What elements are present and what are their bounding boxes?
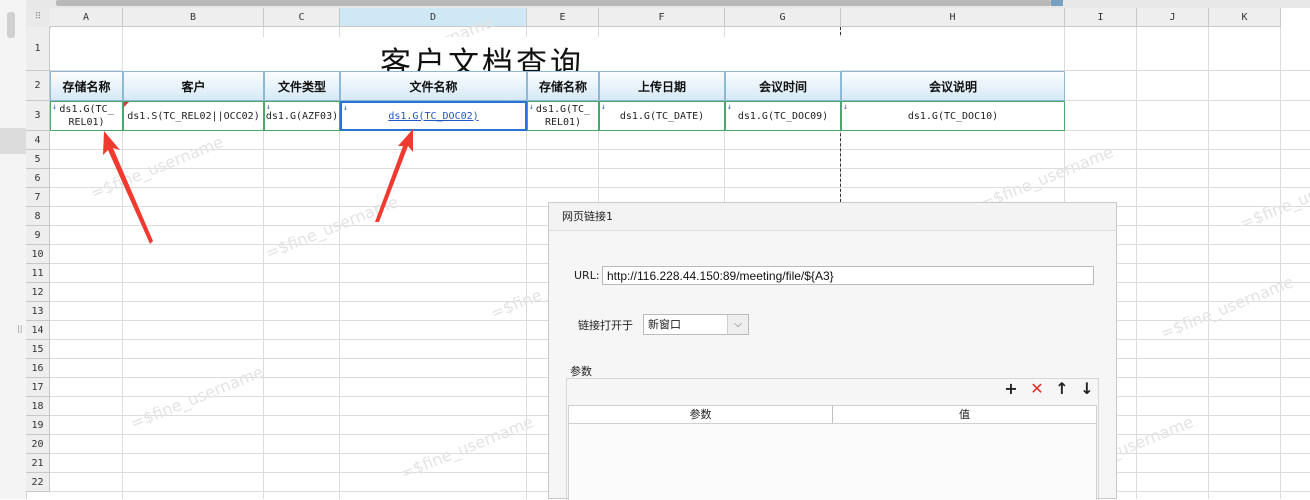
delete-icon[interactable]: ✕	[1030, 381, 1044, 397]
cell-formula-text: ds1.S(TC_REL02||OCC02)	[127, 110, 260, 122]
horizontal-scrollbar-thumb[interactable]	[56, 0, 1051, 6]
header-cell-e[interactable]: 存储名称	[527, 71, 599, 101]
params-table-header: 参数 值	[568, 405, 1097, 424]
select-all-corner[interactable]: ⠿	[26, 8, 51, 28]
scrollbar-marker	[1051, 0, 1063, 6]
row-header-13[interactable]: 13	[26, 302, 50, 321]
params-group-label: 参数	[570, 365, 592, 378]
data-cell-h3[interactable]: ↓ ds1.G(TC_DOC10)	[841, 101, 1065, 131]
row-header-9[interactable]: 9	[26, 226, 50, 245]
open-in-label: 链接打开于	[578, 319, 633, 332]
web-link-dialog: 网页链接1 URL: http://116.228.44.150:89/meet…	[548, 202, 1117, 500]
cell-formula-text: ds1.G(TC_DOC09)	[737, 110, 829, 122]
expand-down-icon: ↓	[343, 103, 348, 112]
column-header-e[interactable]: E	[527, 8, 599, 27]
data-cell-e3[interactable]: ↓ ds1.G(TC_ REL01)	[527, 101, 599, 131]
column-header-value[interactable]: 值	[833, 406, 1096, 423]
expand-down-icon: ↓	[601, 102, 606, 111]
row-header-12[interactable]: 12	[26, 283, 50, 302]
data-cell-b3[interactable]: ds1.S(TC_REL02||OCC02)	[123, 101, 264, 131]
data-cell-c3[interactable]: ↓ ds1.G(AZF03)	[264, 101, 340, 131]
expand-down-icon: ↓	[529, 102, 534, 111]
cell-formula-text: ds1.G(TC_ REL01)	[535, 104, 591, 128]
horizontal-scrollbar[interactable]	[26, 0, 1310, 8]
header-cell-f[interactable]: 上传日期	[599, 71, 725, 101]
column-header-d[interactable]: D	[340, 8, 527, 27]
move-down-icon[interactable]: ↓	[1080, 381, 1094, 397]
move-up-icon[interactable]: ↑	[1055, 381, 1069, 397]
header-cell-h[interactable]: 会议说明	[841, 71, 1065, 101]
cell-formula-text: ds1.G(AZF03)	[265, 110, 339, 122]
data-cell-f3[interactable]: ↓ ds1.G(TC_DATE)	[599, 101, 725, 131]
splitter-grip-icon[interactable]: ||	[17, 324, 22, 333]
grid-line	[50, 187, 1310, 188]
column-header-a[interactable]: A	[50, 8, 123, 27]
expand-down-icon: ↓	[727, 102, 732, 111]
url-input[interactable]: http://116.228.44.150:89/meeting/file/${…	[602, 266, 1094, 285]
column-header-param[interactable]: 参数	[569, 406, 833, 423]
row-header-19[interactable]: 19	[26, 416, 50, 435]
row-header-6[interactable]: 6	[26, 169, 50, 188]
chevron-down-icon[interactable]: ⌵	[727, 315, 748, 334]
add-icon[interactable]: +	[1004, 381, 1018, 397]
panel-tab[interactable]	[0, 128, 26, 154]
column-header-i[interactable]: I	[1065, 8, 1137, 27]
column-header-c[interactable]: C	[264, 8, 340, 27]
row-header-17[interactable]: 17	[26, 378, 50, 397]
cell-formula-text: ds1.G(TC_DATE)	[619, 110, 705, 122]
header-cell-c[interactable]: 文件类型	[264, 71, 340, 101]
watermark-text: =$fine_username	[262, 192, 402, 263]
row-header-1[interactable]: 1	[26, 27, 50, 71]
header-cell-g[interactable]: 会议时间	[725, 71, 841, 101]
row-header-8[interactable]: 8	[26, 207, 50, 226]
url-label: URL:	[574, 269, 600, 282]
column-header-k[interactable]: K	[1209, 8, 1281, 27]
dialog-title: 网页链接1	[549, 203, 1116, 231]
row-header-2[interactable]: 2	[26, 71, 50, 101]
data-cell-g3[interactable]: ↓ ds1.G(TC_DOC09)	[725, 101, 841, 131]
cell-formula-text: ds1.G(TC_ REL01)	[59, 104, 114, 128]
left-panel-strip: ||	[0, 0, 27, 499]
params-table-body[interactable]	[568, 424, 1097, 500]
header-cell-b[interactable]: 客户	[123, 71, 264, 101]
row-header-22[interactable]: 22	[26, 473, 50, 492]
expand-down-icon: ↓	[266, 102, 271, 111]
data-cell-a3[interactable]: ↓ ds1.G(TC_ REL01)	[50, 101, 123, 131]
open-in-value: 新窗口	[648, 318, 681, 331]
expand-down-icon: ↓	[52, 102, 57, 111]
column-header-f[interactable]: F	[599, 8, 725, 27]
watermark-text: =$fine_username	[1237, 162, 1310, 233]
open-in-select[interactable]: 新窗口 ⌵	[643, 314, 749, 335]
comment-marker	[124, 102, 129, 107]
row-header-18[interactable]: 18	[26, 397, 50, 416]
row-header-11[interactable]: 11	[26, 264, 50, 283]
column-header-h[interactable]: H	[841, 8, 1065, 27]
expand-down-icon: ↓	[843, 102, 848, 111]
cell-formula-text: ds1.G(TC_DOC10)	[907, 110, 999, 122]
row-header-7[interactable]: 7	[26, 188, 50, 207]
grid-line	[50, 168, 1310, 169]
row-header-15[interactable]: 15	[26, 340, 50, 359]
row-header-3[interactable]: 3	[26, 101, 50, 131]
header-cell-a[interactable]: 存储名称	[50, 71, 123, 101]
column-header-g[interactable]: G	[725, 8, 841, 27]
row-header-16[interactable]: 16	[26, 359, 50, 378]
row-header-10[interactable]: 10	[26, 245, 50, 264]
watermark-text: =$fine_username	[127, 362, 267, 433]
header-cell-d[interactable]: 文件名称	[340, 71, 527, 101]
cell-formula-text: ds1.G(TC_DOC02)	[388, 110, 479, 122]
column-header-b[interactable]: B	[123, 8, 264, 27]
data-cell-d3[interactable]: ↓ ds1.G(TC_DOC02)	[340, 101, 527, 131]
grid-line	[50, 149, 1310, 150]
vertical-scrollbar-thumb[interactable]	[7, 12, 15, 38]
column-header-j[interactable]: J	[1137, 8, 1209, 27]
row-header-5[interactable]: 5	[26, 150, 50, 169]
row-header-4[interactable]: 4	[26, 131, 50, 150]
row-header-21[interactable]: 21	[26, 454, 50, 473]
row-header-14[interactable]: 14	[26, 321, 50, 340]
row-header-20[interactable]: 20	[26, 435, 50, 454]
